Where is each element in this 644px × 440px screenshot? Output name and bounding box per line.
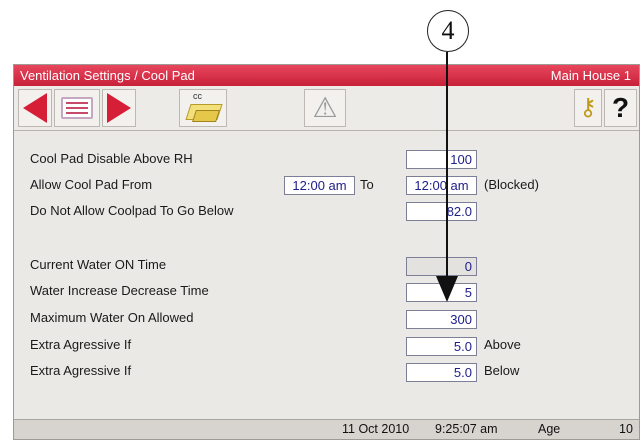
label-allow-from: Allow Cool Pad From xyxy=(30,177,153,192)
max-water-field[interactable]: 300 xyxy=(406,310,477,329)
access-button[interactable]: ⚷ xyxy=(574,89,602,127)
aggressive-above-field[interactable]: 5.0 xyxy=(406,337,477,356)
label-aggressive-below: Extra Agressive If xyxy=(30,363,132,378)
aggressive-below-field[interactable]: 5.0 xyxy=(406,363,477,382)
warning-icon: ⚠ xyxy=(312,92,338,123)
alarm-button[interactable]: ⚠ xyxy=(304,89,346,127)
controller-screen: Ventilation Settings / Cool Pad Main Hou… xyxy=(13,64,640,440)
help-icon: ? xyxy=(611,92,630,123)
status-age-label: Age xyxy=(538,422,561,436)
title-bar: Ventilation Settings / Cool Pad Main Hou… xyxy=(14,65,639,86)
callout-arrowhead xyxy=(436,276,458,302)
status-bar: 11 Oct 2010 9:25:07 am Age 10 xyxy=(14,419,639,439)
next-page-button[interactable] xyxy=(102,89,136,127)
label-current-water: Current Water ON Time xyxy=(30,257,167,272)
allow-from-time-field[interactable]: 12:00 am xyxy=(284,176,355,195)
not-below-field[interactable]: 82.0 xyxy=(406,202,477,221)
toolbar: cc ⚠ ⚷ ? xyxy=(14,86,639,131)
cool-pad-icon: cc xyxy=(185,91,223,124)
label-max-water: Maximum Water On Allowed xyxy=(30,310,194,325)
cool-pad-button[interactable]: cc xyxy=(179,89,227,127)
disable-rh-field[interactable]: 100 xyxy=(406,150,477,169)
status-age-value: 10 xyxy=(619,422,633,436)
left-arrow-icon xyxy=(23,93,47,123)
label-water-time: Water Increase Decrease Time xyxy=(30,283,209,298)
right-arrow-icon xyxy=(107,93,131,123)
callout-line xyxy=(446,52,448,280)
keys-icon: ⚷ xyxy=(579,94,597,121)
cool-pad-icon-text: cc xyxy=(193,91,202,101)
callout-number: 4 xyxy=(427,10,469,52)
previous-page-button[interactable] xyxy=(18,89,52,127)
current-water-value: 0 xyxy=(406,257,477,276)
house-name: Main House 1 xyxy=(550,68,631,83)
help-button[interactable]: ? xyxy=(604,89,637,127)
status-date: 11 Oct 2010 xyxy=(342,422,410,436)
label-above: Above xyxy=(484,337,521,352)
allow-to-time-field[interactable]: 12:00 am xyxy=(406,176,477,195)
label-not-below: Do Not Allow Coolpad To Go Below xyxy=(30,203,234,218)
label-aggressive-above: Extra Agressive If xyxy=(30,337,132,352)
status-time: 9:25:07 am xyxy=(435,422,498,436)
blocked-status: (Blocked) xyxy=(484,177,539,192)
list-menu-icon xyxy=(61,97,93,119)
label-disable-rh: Cool Pad Disable Above RH xyxy=(30,151,193,166)
menu-button[interactable] xyxy=(54,89,100,127)
label-below: Below xyxy=(484,363,520,378)
label-to: To xyxy=(360,177,374,192)
page-title: Ventilation Settings / Cool Pad xyxy=(20,68,195,83)
